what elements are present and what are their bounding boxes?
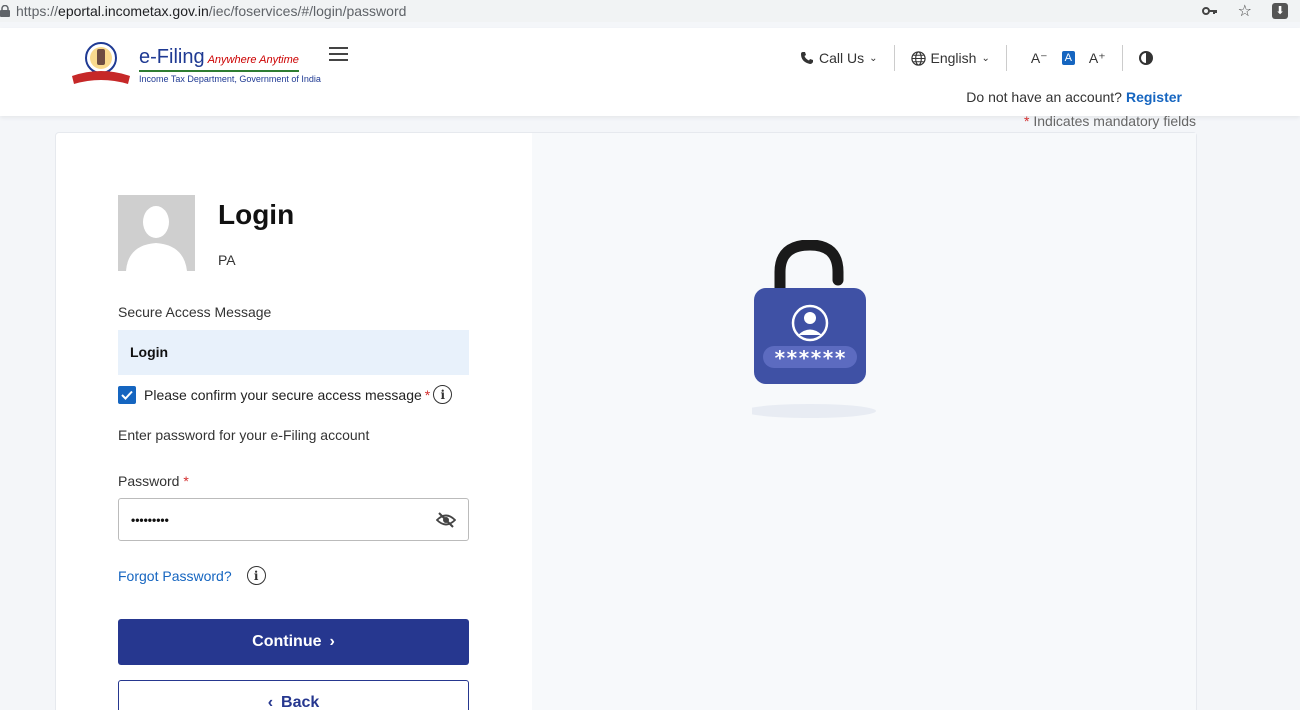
url-text[interactable]: https://eportal.incometax.gov.in/iec/fos…	[16, 3, 406, 19]
site-header: e-Filing Anywhere Anytime Income Tax Depa…	[0, 28, 1300, 116]
divider	[893, 45, 895, 71]
chevron-down-icon: ⌄	[981, 52, 990, 64]
phone-icon	[801, 52, 813, 64]
register-prompt: Do not have an account? Register	[966, 89, 1182, 105]
font-increase-button[interactable]: A⁺	[1081, 50, 1114, 67]
page-title: Login	[218, 199, 295, 230]
language-label: English	[930, 50, 977, 66]
contrast-toggle-icon[interactable]	[1138, 51, 1153, 65]
top-nav: Call Us ⌄ English ⌄ A⁻ A A⁺	[800, 45, 1153, 71]
mandatory-fields-note: * Indicates mandatory fields	[1024, 113, 1196, 129]
chevron-left-icon: ‹	[267, 694, 274, 710]
call-us-dropdown[interactable]: Call Us ⌄	[800, 50, 878, 66]
chevron-right-icon: ›	[329, 633, 335, 650]
call-us-label: Call Us	[819, 50, 865, 66]
padlock-illustration: ******	[752, 240, 876, 418]
info-icon[interactable]: i	[433, 385, 453, 404]
key-icon[interactable]	[1201, 6, 1218, 16]
user-silhouette-icon	[118, 195, 195, 271]
confirm-checkbox[interactable]	[118, 385, 136, 404]
confirm-label: Please confirm your secure access messag…	[144, 386, 422, 403]
confirm-secure-access-row: Please confirm your secure access messag…	[118, 385, 453, 404]
password-label: Password *	[118, 473, 189, 489]
password-value: •••••••••	[131, 512, 169, 527]
hamburger-menu-icon[interactable]	[329, 47, 348, 61]
masked-password-text: ******	[774, 346, 846, 370]
secure-access-message-box: Login	[118, 330, 469, 375]
account-prompt-text: Do not have an account?	[966, 89, 1122, 105]
star-bookmark-icon[interactable]: ☆	[1238, 1, 1252, 21]
password-field[interactable]: •••••••••	[118, 498, 469, 541]
extension-icon[interactable]: ⬇	[1272, 3, 1288, 19]
info-icon[interactable]: i	[246, 566, 266, 585]
eye-slash-icon[interactable]	[436, 511, 456, 528]
user-id-text: PA	[218, 252, 236, 268]
brand-department: Income Tax Department, Government of Ind…	[139, 74, 321, 84]
enter-password-instruction: Enter password for your e-Filing account	[118, 427, 370, 443]
font-normal-button[interactable]: A	[1061, 51, 1075, 65]
divider	[1005, 45, 1007, 71]
income-tax-emblem-logo[interactable]	[70, 40, 132, 86]
checkmark-icon	[121, 390, 133, 400]
back-button[interactable]: ‹ Back	[118, 680, 469, 710]
register-link[interactable]: Register	[1126, 89, 1182, 105]
forgot-password-link[interactable]: Forgot Password?	[118, 568, 232, 584]
brand-name: e-Filing	[139, 46, 205, 68]
brand-underline	[139, 70, 299, 72]
login-card: Login PA Secure Access Message Login Ple…	[55, 132, 1197, 710]
lock-icon	[0, 5, 10, 17]
continue-button[interactable]: Continue ›	[118, 619, 469, 665]
brand-tagline: Anywhere Anytime	[207, 54, 299, 66]
required-marker: *	[424, 386, 431, 403]
chevron-down-icon: ⌄	[869, 52, 878, 64]
secure-access-label: Secure Access Message	[118, 304, 272, 320]
language-dropdown[interactable]: English ⌄	[910, 50, 990, 66]
globe-icon	[910, 50, 926, 66]
brand-block[interactable]: e-Filing Anywhere Anytime Income Tax Depa…	[139, 46, 321, 84]
forgot-password-row: Forgot Password? i	[118, 566, 266, 585]
avatar	[118, 195, 195, 271]
browser-url-bar[interactable]: https://eportal.incometax.gov.in/iec/fos…	[0, 0, 1300, 22]
divider	[1121, 45, 1123, 71]
font-decrease-button[interactable]: A⁻	[1023, 50, 1056, 67]
